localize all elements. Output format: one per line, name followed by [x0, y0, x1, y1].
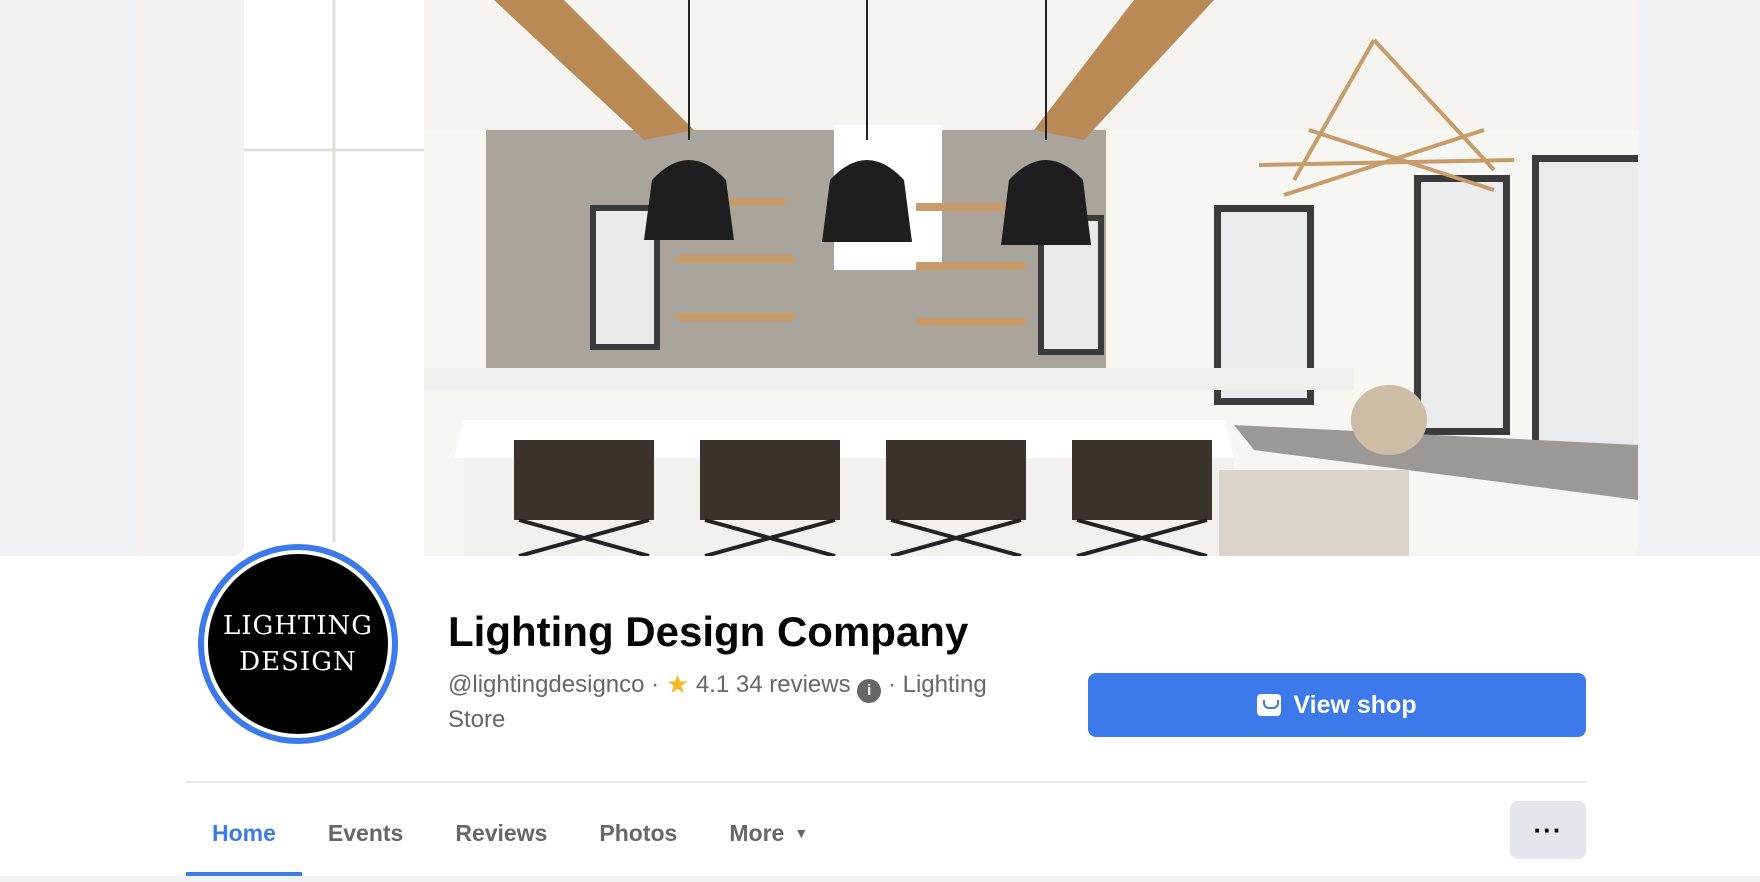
tab-events[interactable]: Events	[302, 790, 429, 876]
header-divider	[186, 781, 1586, 783]
page-title: Lighting Design Company	[448, 608, 969, 655]
category-label-rest[interactable]: Store	[448, 706, 505, 733]
tab-label: Events	[327, 819, 404, 846]
caret-down-icon: ▼	[794, 825, 809, 841]
tab-more[interactable]: More ▼	[703, 790, 834, 876]
reviews-count[interactable]: 34 reviews	[736, 671, 851, 698]
category-label[interactable]: · Lighting	[888, 671, 987, 698]
avatar-logo-line1: LIGHTING	[222, 610, 374, 641]
avatar-logo-line2: DESIGN	[239, 647, 357, 677]
profile-picture[interactable]: LIGHTING DESIGN	[190, 536, 406, 752]
tab-home[interactable]: Home	[186, 790, 302, 876]
more-options-button[interactable]: ···	[1510, 801, 1586, 859]
cover-photo-image	[134, 0, 1638, 556]
tab-label: Reviews	[455, 819, 548, 846]
tab-reviews[interactable]: Reviews	[429, 790, 573, 876]
rating-value: 4.1	[695, 671, 730, 698]
page-tabs: Home Events Reviews Photos More ▼	[186, 790, 834, 876]
view-shop-label: View shop	[1293, 690, 1417, 719]
meta-separator: ·	[651, 671, 660, 698]
tab-label: Home	[212, 819, 276, 846]
page-handle: @lightingdesignco	[448, 671, 645, 698]
page-meta: @lightingdesignco · ★ 4.1 34 reviews i ·…	[448, 668, 1068, 736]
avatar-logo: LIGHTING DESIGN	[208, 554, 388, 734]
star-icon: ★	[665, 669, 690, 699]
shop-icon	[1257, 694, 1282, 716]
cover-photo[interactable]	[134, 0, 1638, 556]
tab-photos[interactable]: Photos	[573, 790, 703, 876]
avatar-border: LIGHTING DESIGN	[198, 544, 398, 744]
view-shop-button[interactable]: View shop	[1088, 673, 1586, 737]
info-icon[interactable]: i	[857, 678, 882, 703]
tab-label: Photos	[599, 819, 678, 846]
tab-label: More	[729, 819, 785, 846]
